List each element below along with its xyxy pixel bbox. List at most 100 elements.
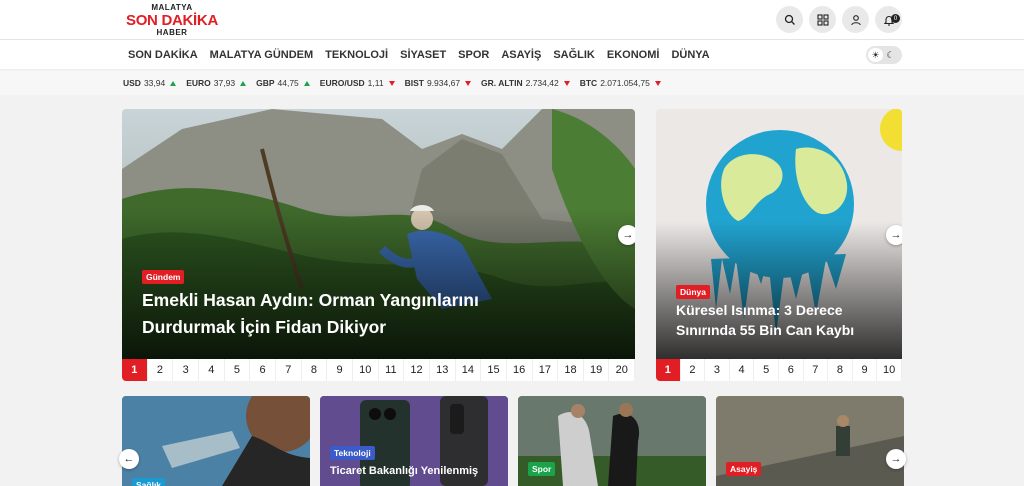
page-button[interactable]: 7 (804, 359, 829, 381)
news-card-2[interactable]: Teknoloji Ticaret Bakanlığı Yenilenmiş (320, 396, 508, 486)
arrow-right-icon: → (890, 453, 902, 465)
page-button[interactable]: 16 (507, 359, 533, 381)
arrow-left-icon: ← (123, 453, 135, 465)
theme-toggle[interactable]: ☀ ☾ (866, 46, 902, 64)
page-button[interactable]: 13 (430, 359, 456, 381)
page-button[interactable]: 10 (877, 359, 902, 381)
page-button[interactable]: 18 (558, 359, 584, 381)
ticker-label: EURO (186, 78, 211, 88)
ticker-item[interactable]: USD 33,94 (123, 78, 177, 88)
page-button[interactable]: 7 (276, 359, 302, 381)
nav-item[interactable]: SİYASET (400, 49, 446, 61)
news-card-2-category[interactable]: Teknoloji (330, 446, 375, 460)
ticker-item[interactable]: GBP 44,75 (256, 78, 310, 88)
ticker-value: 9.934,67 (426, 78, 461, 88)
page-button[interactable]: 6 (779, 359, 804, 381)
ticker-label: GBP (256, 78, 275, 88)
page-button[interactable]: 5 (754, 359, 779, 381)
page-button[interactable]: 9 (853, 359, 878, 381)
news-card-4[interactable]: Asayiş (716, 396, 904, 486)
page-button[interactable]: 3 (705, 359, 730, 381)
cards-prev-arrow[interactable]: ← (119, 449, 139, 469)
page-button[interactable]: 6 (250, 359, 276, 381)
cards-next-arrow[interactable]: → (886, 449, 906, 469)
main-slider[interactable]: Gündem Emekli Hasan Aydın: Orman Yangınl… (122, 109, 635, 381)
main-slide-headline[interactable]: Emekli Hasan Aydın: Orman Yangınlarını D… (142, 287, 522, 341)
news-card-3[interactable]: Spor (518, 396, 706, 486)
page-button[interactable]: 2 (681, 359, 706, 381)
news-card-3-category[interactable]: Spor (528, 462, 556, 476)
page-button[interactable]: 2 (148, 359, 174, 381)
ticker-item[interactable]: BTC 2.071.054,75 (580, 78, 661, 88)
site-header: MALATYA SON DAKİKA HABER 0 (0, 0, 1024, 40)
user-icon (850, 14, 861, 25)
menu-grid-button[interactable] (809, 6, 836, 33)
page-button[interactable]: 10 (353, 359, 379, 381)
account-button[interactable] (842, 6, 869, 33)
main-nav: SON DAKİKA MALATYA GÜNDEM TEKNOLOJİ SİYASET… (0, 40, 1024, 70)
ticker-item[interactable]: BIST 9.934,67 (405, 78, 472, 88)
page-button[interactable]: 15 (481, 359, 507, 381)
arrow-right-icon: → (890, 229, 902, 241)
nav-item[interactable]: ASAYİŞ (501, 49, 541, 61)
nav-item[interactable]: SPOR (458, 49, 489, 61)
nav-item[interactable]: SAĞLIK (553, 49, 595, 61)
side-next-arrow[interactable]: → (886, 225, 902, 245)
news-card-1-category[interactable]: Sağlık (132, 478, 166, 486)
ticker-item[interactable]: GR. ALTIN 2.734,42 (481, 78, 570, 88)
logo-line-3: HABER (156, 28, 188, 37)
search-button[interactable] (776, 6, 803, 33)
main-slider-pagination: 1 2 3 4 5 6 7 8 9 10 11 12 13 14 15 16 17 18 19 20 (122, 359, 635, 381)
page-button[interactable]: 8 (828, 359, 853, 381)
page-button[interactable]: 14 (456, 359, 482, 381)
page-button[interactable]: 19 (584, 359, 610, 381)
news-card-2-headline[interactable]: Ticaret Bakanlığı Yenilenmiş (330, 465, 500, 477)
nav-item[interactable]: DÜNYA (671, 49, 709, 61)
page-button[interactable]: 1 (122, 359, 148, 381)
page-button[interactable]: 4 (199, 359, 225, 381)
page-button[interactable]: 20 (609, 359, 635, 381)
page-button[interactable]: 17 (533, 359, 559, 381)
ticker-label: USD (123, 78, 141, 88)
page-button[interactable]: 5 (225, 359, 251, 381)
page-button[interactable]: 11 (379, 359, 405, 381)
page-button[interactable]: 9 (327, 359, 353, 381)
notification-badge: 0 (891, 14, 900, 23)
ticker-value: 33,94 (143, 78, 166, 88)
nav-item[interactable]: TEKNOLOJİ (325, 49, 388, 61)
main-slide-category-wrap: Gündem (142, 267, 185, 285)
arrow-right-icon: → (622, 229, 634, 241)
ticker-value: 2.734,42 (525, 78, 559, 88)
ticker-label: GR. ALTIN (481, 78, 523, 88)
market-ticker: USD 33,94 EURO 37,93 GBP 44,75 EURO/USD 1,11 BIS… (0, 71, 1024, 95)
page-button[interactable]: 1 (656, 359, 681, 381)
news-card-4-category[interactable]: Asayiş (726, 462, 762, 476)
ticker-items: USD 33,94 EURO 37,93 GBP 44,75 EURO/USD 1,11 BIS… (123, 71, 671, 95)
nav-item[interactable]: EKONOMİ (607, 49, 660, 61)
ticker-item[interactable]: EURO 37,93 (186, 78, 247, 88)
nav-item[interactable]: MALATYA GÜNDEM (210, 49, 313, 61)
side-slide-category[interactable]: Dünya (676, 285, 710, 299)
nav-item[interactable]: SON DAKİKA (128, 49, 198, 61)
trend-up-icon (240, 80, 247, 86)
trend-up-icon (303, 80, 310, 86)
main-slide-category[interactable]: Gündem (142, 270, 185, 284)
side-slide-headline[interactable]: Küresel Isınma: 3 Derece Sınırında 55 Bi… (676, 300, 886, 340)
site-logo[interactable]: MALATYA SON DAKİKA HABER (122, 3, 222, 37)
search-icon (784, 14, 795, 25)
trend-down-icon (654, 80, 661, 86)
page-button[interactable]: 4 (730, 359, 755, 381)
news-card-1[interactable]: Sağlık (122, 396, 310, 486)
trend-down-icon (388, 80, 395, 86)
ticker-item[interactable]: EURO/USD 1,11 (320, 78, 395, 88)
page-button[interactable]: 12 (404, 359, 430, 381)
page-button[interactable]: 3 (173, 359, 199, 381)
side-slider[interactable]: Dünya Küresel Isınma: 3 Derece Sınırında… (656, 109, 902, 381)
page-button[interactable]: 8 (302, 359, 328, 381)
side-slider-pagination: 1 2 3 4 5 6 7 8 9 10 (656, 359, 902, 381)
main-next-arrow[interactable]: → (618, 225, 635, 245)
notifications-button[interactable]: 0 (875, 6, 902, 33)
trend-down-icon (465, 80, 472, 86)
ticker-label: EURO/USD (319, 78, 365, 88)
ticker-value: 37,93 (213, 78, 236, 88)
